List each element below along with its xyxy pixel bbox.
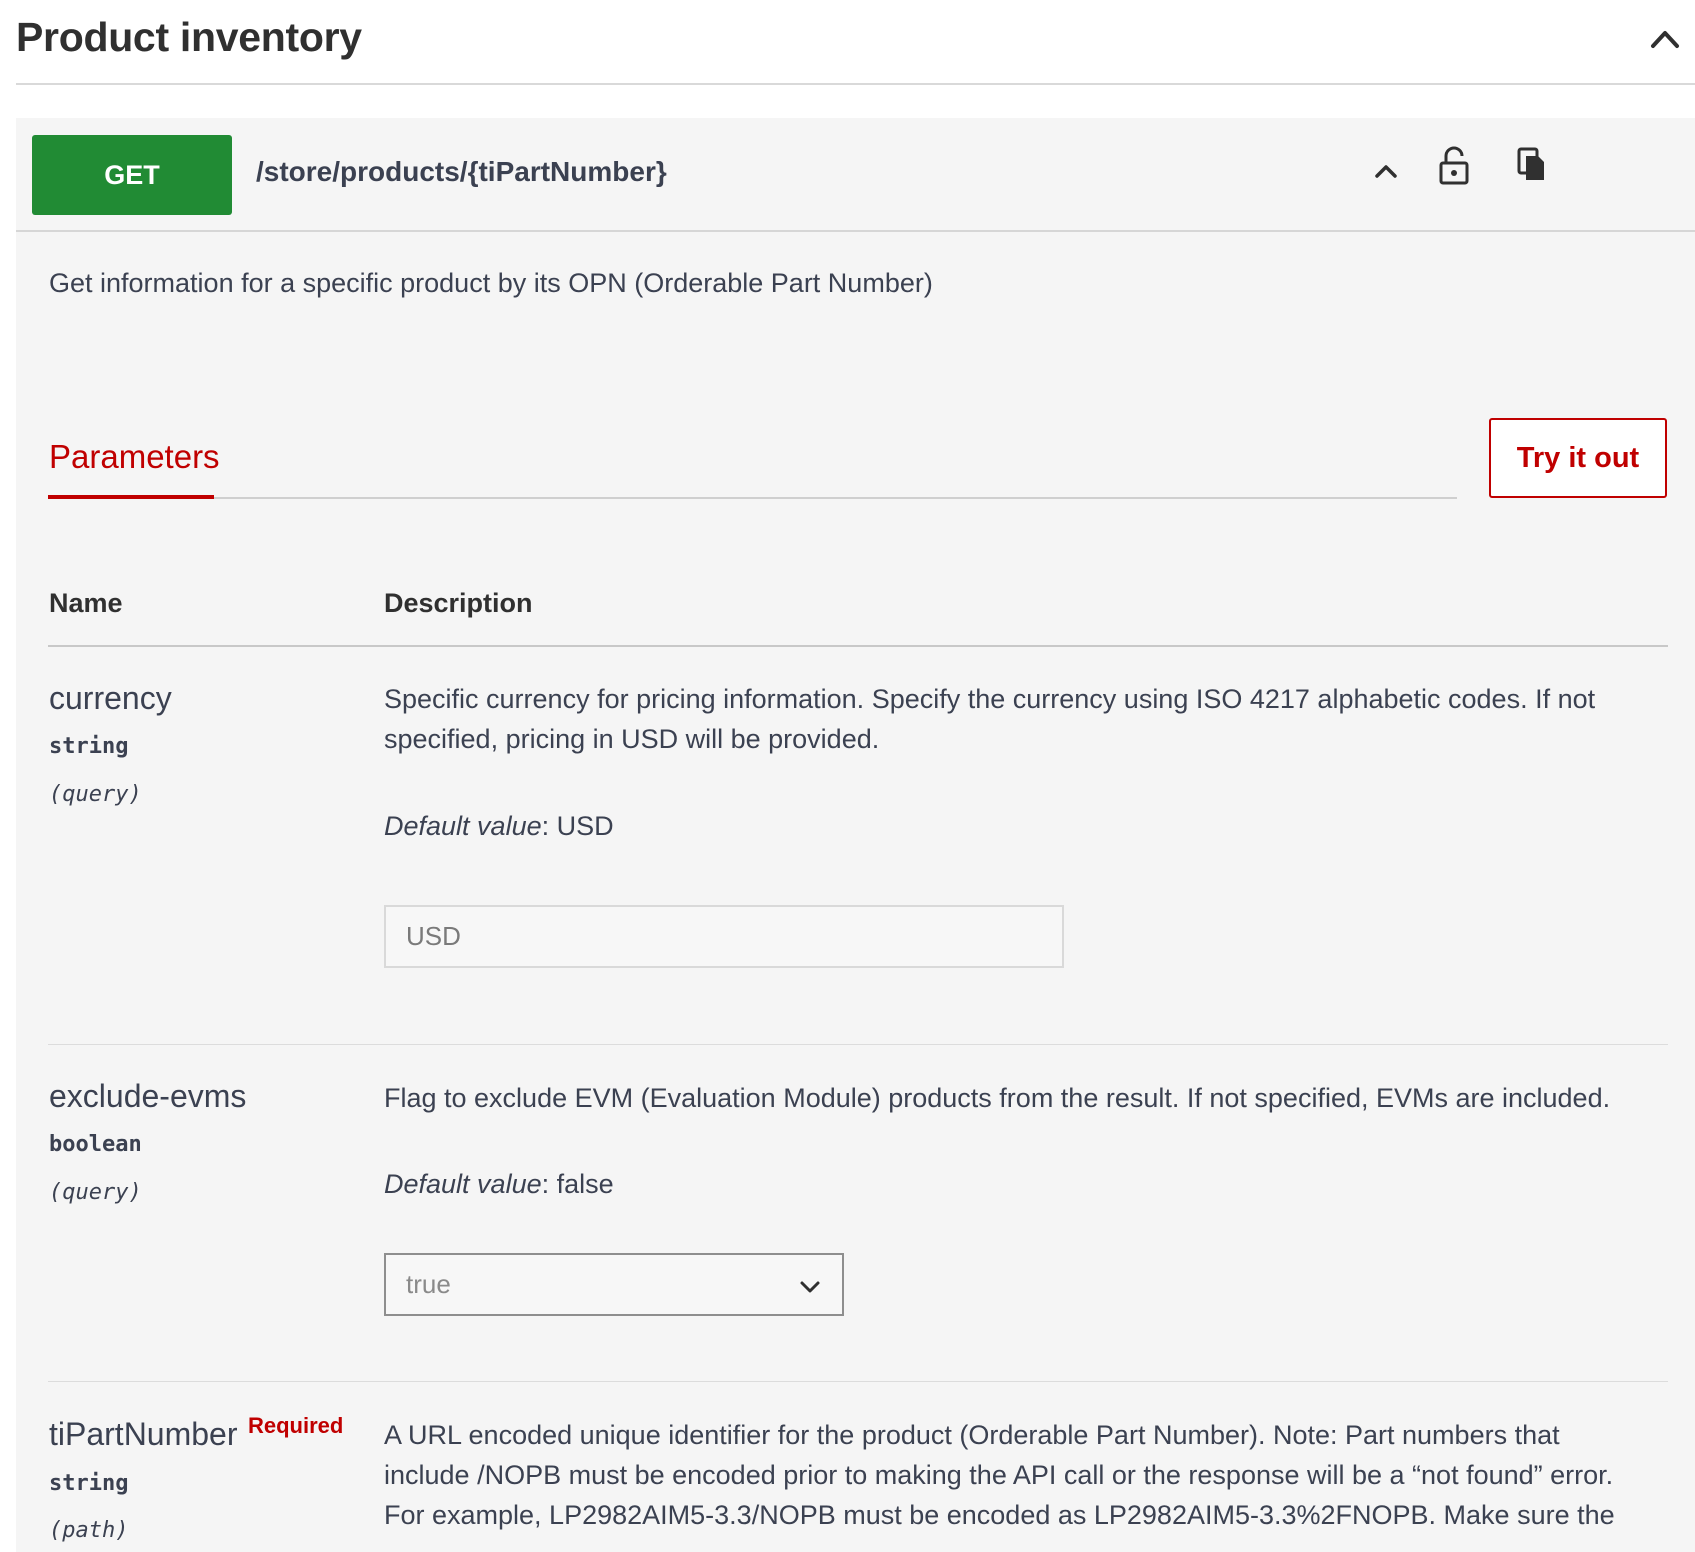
tab-divider <box>48 497 1457 499</box>
operation-summary[interactable]: GET /store/products/{tiPartNumber} <box>16 118 1695 232</box>
param-location: (query) <box>49 782 142 807</box>
unlock-icon[interactable] <box>1438 146 1470 191</box>
default-value: : USD <box>541 811 614 841</box>
param-name: exclude-evms <box>49 1078 247 1114</box>
param-description: A URL encoded unique identifier for the … <box>384 1415 1674 1535</box>
param-description-line: include /NOPB must be encoded prior to m… <box>384 1460 1614 1490</box>
row-divider <box>48 1044 1668 1045</box>
param-type: string <box>49 734 129 759</box>
param-description-line: A URL encoded unique identifier for the … <box>384 1420 1560 1450</box>
operation-block: GET /store/products/{tiPartNumber} Get i… <box>16 118 1695 1552</box>
default-value: : false <box>541 1169 614 1199</box>
param-description-line: specified, pricing in USD will be provid… <box>384 724 880 754</box>
operation-path: /store/products/{tiPartNumber} <box>256 156 667 187</box>
param-location: (path) <box>49 1518 129 1543</box>
param-name: currency <box>49 680 172 716</box>
copy-icon[interactable] <box>1516 146 1548 187</box>
method-badge: GET <box>32 135 232 215</box>
select-value: true <box>406 1269 451 1299</box>
param-type: string <box>49 1471 129 1496</box>
column-header-description: Description <box>384 588 533 618</box>
tab-active-indicator <box>48 495 214 499</box>
param-description-line: Flag to exclude EVM (Evaluation Module) … <box>384 1083 1611 1113</box>
chevron-down-icon <box>798 1275 822 1306</box>
param-location: (query) <box>49 1180 142 1205</box>
param-name: tiPartNumber <box>49 1416 238 1452</box>
param-type: boolean <box>49 1132 142 1157</box>
chevron-up-icon[interactable] <box>1371 156 1401 191</box>
param-description-line: For example, LP2982AIM5-3.3/NOPB must be… <box>384 1500 1615 1530</box>
section-header[interactable]: Product inventory <box>16 0 1695 85</box>
column-header-name: Name <box>49 588 123 618</box>
tab-parameters[interactable]: Parameters <box>49 438 220 476</box>
operation-description: Get information for a specific product b… <box>49 268 933 298</box>
chevron-up-icon[interactable] <box>1647 22 1683 58</box>
param-description-line: Specific currency for pricing informatio… <box>384 684 1596 714</box>
table-header-divider <box>48 645 1668 647</box>
default-label: Default value <box>384 1169 542 1199</box>
default-label: Default value <box>384 811 542 841</box>
try-it-out-button[interactable]: Try it out <box>1489 418 1667 498</box>
section-title: Product inventory <box>16 14 362 60</box>
currency-input[interactable]: USD <box>384 905 1064 968</box>
exclude-evms-select[interactable]: true <box>384 1253 844 1316</box>
required-badge: Required <box>248 1413 344 1438</box>
param-default: Default value: USD <box>384 811 614 842</box>
param-default: Default value: false <box>384 1169 614 1200</box>
param-description: Flag to exclude EVM (Evaluation Module) … <box>384 1078 1674 1118</box>
param-description: Specific currency for pricing informatio… <box>384 679 1674 759</box>
row-divider <box>48 1381 1668 1382</box>
